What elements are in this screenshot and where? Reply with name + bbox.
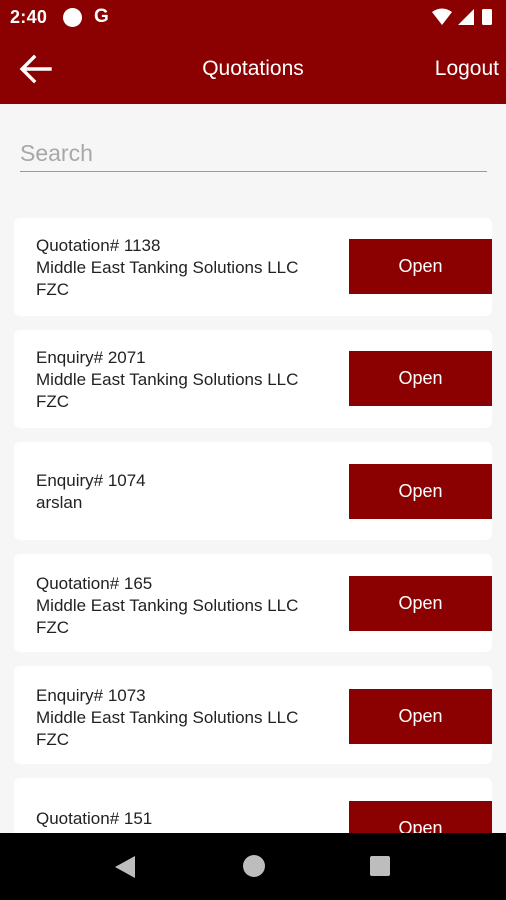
signal-icon [458,9,474,25]
nav-back-icon[interactable] [114,855,136,879]
item-number: Quotation# 165 [36,574,153,593]
list-item[interactable]: Enquiry# 2071 Middle East Tanking Soluti… [14,330,492,428]
status-time: 2:40 [10,7,48,27]
search-input[interactable] [20,130,487,170]
wifi-icon [432,8,452,25]
google-icon: G [94,6,109,27]
item-customer: Middle East Tanking Solutions LLC [36,258,299,277]
item-number: Enquiry# 1074 [36,471,146,490]
item-customer: Middle East Tanking Solutions LLC [36,370,299,389]
item-customer-cont: FZC [36,392,70,411]
list-item[interactable]: Quotation# 151 Open [14,778,492,833]
open-button[interactable]: Open [349,464,492,519]
list-item-text: Quotation# 165 Middle East Tanking Solut… [36,573,336,639]
list-item[interactable]: Quotation# 1138 Middle East Tanking Solu… [14,218,492,316]
item-number: Quotation# 1138 [36,236,161,255]
item-customer-cont: FZC [36,618,70,637]
battery-icon [482,9,492,25]
status-bar: 2:40 G [0,0,506,34]
system-nav-bar [0,833,506,900]
open-button[interactable]: Open [349,576,492,631]
list-item[interactable]: Enquiry# 1073 Middle East Tanking Soluti… [14,666,492,764]
item-customer-cont: FZC [36,730,70,749]
open-button[interactable]: Open [349,689,492,744]
item-number: Enquiry# 2071 [36,348,146,367]
list-item-text: Quotation# 1138 Middle East Tanking Solu… [36,235,336,301]
list-item-text: Enquiry# 1074 arslan [36,470,336,514]
list-item-text: Quotation# 151 [36,808,336,830]
notification-dot-icon [63,8,82,27]
nav-recents-icon[interactable] [370,856,390,876]
item-customer: Middle East Tanking Solutions LLC [36,596,299,615]
list-item-text: Enquiry# 1073 Middle East Tanking Soluti… [36,685,336,751]
open-button[interactable]: Open [349,801,492,833]
item-customer: Middle East Tanking Solutions LLC [36,708,299,727]
nav-home-icon[interactable] [243,855,265,877]
list-item[interactable]: Quotation# 165 Middle East Tanking Solut… [14,554,492,652]
list-item[interactable]: Enquiry# 1074 arslan Open [14,442,492,540]
status-icons [432,8,492,25]
list-item-text: Enquiry# 2071 Middle East Tanking Soluti… [36,347,336,413]
open-button[interactable]: Open [349,239,492,294]
search-field [20,130,487,172]
page-title: Quotations [202,57,304,80]
app-bar: Quotations Logout [0,34,506,104]
quotation-list[interactable]: Quotation# 1138 Middle East Tanking Solu… [0,200,506,833]
logout-button[interactable]: Logout [435,57,499,81]
item-customer: arslan [36,493,83,512]
item-customer-cont: FZC [36,280,70,299]
open-button[interactable]: Open [349,351,492,406]
item-number: Enquiry# 1073 [36,686,146,705]
item-number: Quotation# 151 [36,809,153,828]
